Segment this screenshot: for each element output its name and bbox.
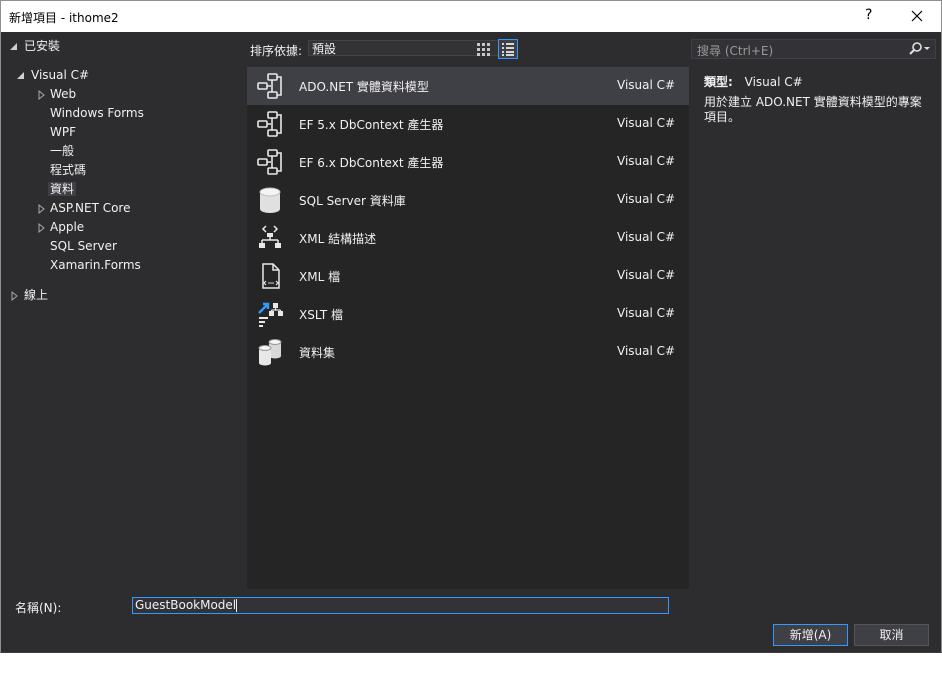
tree-label-online: 線上 bbox=[24, 288, 49, 302]
template-language: Visual C# bbox=[617, 154, 676, 168]
template-language: Visual C# bbox=[617, 78, 676, 92]
template-item[interactable]: XML 檔 Visual C# bbox=[247, 257, 689, 295]
template-item[interactable]: SQL Server 資料庫 Visual C# bbox=[247, 181, 689, 219]
search-icon[interactable] bbox=[909, 42, 931, 59]
sort-toolbar: 排序依據: 預設 bbox=[247, 39, 691, 59]
database-icon bbox=[259, 187, 281, 213]
add-button[interactable]: 新增(A) bbox=[773, 624, 848, 646]
template-item[interactable]: ADO.NET 實體資料模型 Visual C# bbox=[247, 67, 689, 105]
template-item[interactable]: XSLT 檔 Visual C# bbox=[247, 295, 689, 333]
type-value: Visual C# bbox=[744, 75, 803, 89]
template-details: 類型: Visual C# 用於建立 ADO.NET 實體資料模型的專案項目。 bbox=[695, 67, 937, 247]
name-label: 名稱(N): bbox=[15, 601, 62, 615]
template-name: XML 結構描述 bbox=[299, 232, 377, 246]
category-tree: 已安裝 Visual C# Web Windows Forms WPF 一般 程… bbox=[1, 33, 243, 589]
grid-view-icon bbox=[477, 43, 490, 56]
tree-label-aspnet-core: ASP.NET Core bbox=[50, 201, 131, 215]
entity-model-icon bbox=[257, 73, 282, 99]
add-new-item-dialog: 新增項目 - ithome2 ? 已安裝 Visual C# Web Windo… bbox=[0, 0, 942, 653]
template-name: ADO.NET 實體資料模型 bbox=[299, 80, 429, 94]
template-item[interactable]: XML 結構描述 Visual C# bbox=[247, 219, 689, 257]
small-icons-view-button[interactable] bbox=[473, 39, 493, 59]
tree-node-xamarin-forms[interactable]: Xamarin.Forms bbox=[50, 256, 141, 275]
template-language: Visual C# bbox=[617, 268, 676, 282]
tree-node-data[interactable]: 資料 bbox=[48, 180, 77, 199]
type-label: 類型: bbox=[704, 75, 733, 89]
name-field-value: GuestBookModel bbox=[135, 598, 237, 612]
xslt-file-icon bbox=[258, 302, 283, 327]
tree-label-code: 程式碼 bbox=[50, 163, 87, 177]
template-language: Visual C# bbox=[617, 306, 676, 320]
tree-node-windows-forms[interactable]: Windows Forms bbox=[50, 104, 144, 123]
xml-schema-icon bbox=[259, 225, 281, 248]
template-item[interactable]: EF 6.x DbContext 產生器 Visual C# bbox=[247, 143, 689, 181]
tree-label-general: 一般 bbox=[50, 144, 75, 158]
tree-label-visual-csharp: Visual C# bbox=[31, 68, 90, 82]
template-language: Visual C# bbox=[617, 230, 676, 244]
entity-model-icon bbox=[257, 149, 282, 175]
template-name: EF 6.x DbContext 產生器 bbox=[299, 156, 444, 170]
template-list: ADO.NET 實體資料模型 Visual C# EF 5.x DbContex… bbox=[247, 67, 689, 589]
tree-label-installed: 已安裝 bbox=[24, 39, 61, 53]
template-item[interactable]: 資料集 Visual C# bbox=[247, 333, 689, 371]
tree-label-windows-forms: Windows Forms bbox=[50, 106, 144, 120]
help-button[interactable]: ? bbox=[865, 7, 872, 23]
tree-label-apple: Apple bbox=[50, 220, 85, 234]
collapsed-triangle-icon bbox=[38, 223, 45, 233]
collapsed-triangle-icon bbox=[38, 204, 45, 214]
tree-label-xamarin-forms: Xamarin.Forms bbox=[50, 258, 141, 272]
tree-node-code[interactable]: 程式碼 bbox=[50, 161, 86, 180]
cancel-button[interactable]: 取消 bbox=[854, 624, 929, 646]
template-language: Visual C# bbox=[617, 192, 676, 206]
template-language: Visual C# bbox=[617, 116, 676, 130]
template-name: XSLT 檔 bbox=[299, 308, 344, 322]
expanded-triangle-icon bbox=[17, 72, 24, 79]
tree-label-data: 資料 bbox=[48, 182, 77, 196]
collapsed-triangle-icon bbox=[11, 291, 18, 301]
dataset-icon bbox=[258, 339, 282, 366]
sort-dropdown-value: 預設 bbox=[312, 42, 337, 56]
entity-model-icon bbox=[257, 111, 282, 137]
tree-node-sql-server[interactable]: SQL Server bbox=[50, 237, 117, 256]
template-name: EF 5.x DbContext 產生器 bbox=[299, 118, 444, 132]
sort-label: 排序依據: bbox=[250, 44, 303, 58]
close-icon bbox=[911, 10, 923, 22]
search-input[interactable]: 搜尋 (Ctrl+E) bbox=[691, 39, 936, 59]
xml-file-icon bbox=[262, 263, 280, 289]
template-item[interactable]: EF 5.x DbContext 產生器 Visual C# bbox=[247, 105, 689, 143]
tree-node-wpf[interactable]: WPF bbox=[50, 123, 76, 142]
search-placeholder: 搜尋 (Ctrl+E) bbox=[697, 44, 774, 58]
template-language: Visual C# bbox=[617, 344, 676, 358]
list-view-icon bbox=[502, 43, 514, 56]
template-name: SQL Server 資料庫 bbox=[299, 194, 406, 208]
template-name: 資料集 bbox=[299, 346, 336, 360]
dialog-title: 新增項目 - ithome2 bbox=[9, 11, 119, 25]
list-view-button[interactable] bbox=[498, 39, 518, 59]
template-name: XML 檔 bbox=[299, 270, 341, 284]
tree-label-wpf: WPF bbox=[50, 125, 77, 139]
name-field[interactable]: GuestBookModel bbox=[132, 597, 669, 614]
type-line: 類型: Visual C# bbox=[704, 73, 803, 90]
close-button[interactable] bbox=[903, 3, 931, 29]
tree-node-general[interactable]: 一般 bbox=[50, 142, 74, 161]
tree-label-web: Web bbox=[50, 87, 77, 101]
expanded-triangle-icon bbox=[10, 43, 17, 50]
tree-label-sql-server: SQL Server bbox=[50, 239, 117, 253]
template-description: 用於建立 ADO.NET 實體資料模型的專案項目。 bbox=[704, 95, 922, 124]
title-bar: 新增項目 - ithome2 ? bbox=[1, 1, 941, 32]
text-cursor bbox=[236, 599, 238, 612]
collapsed-triangle-icon bbox=[38, 90, 45, 100]
